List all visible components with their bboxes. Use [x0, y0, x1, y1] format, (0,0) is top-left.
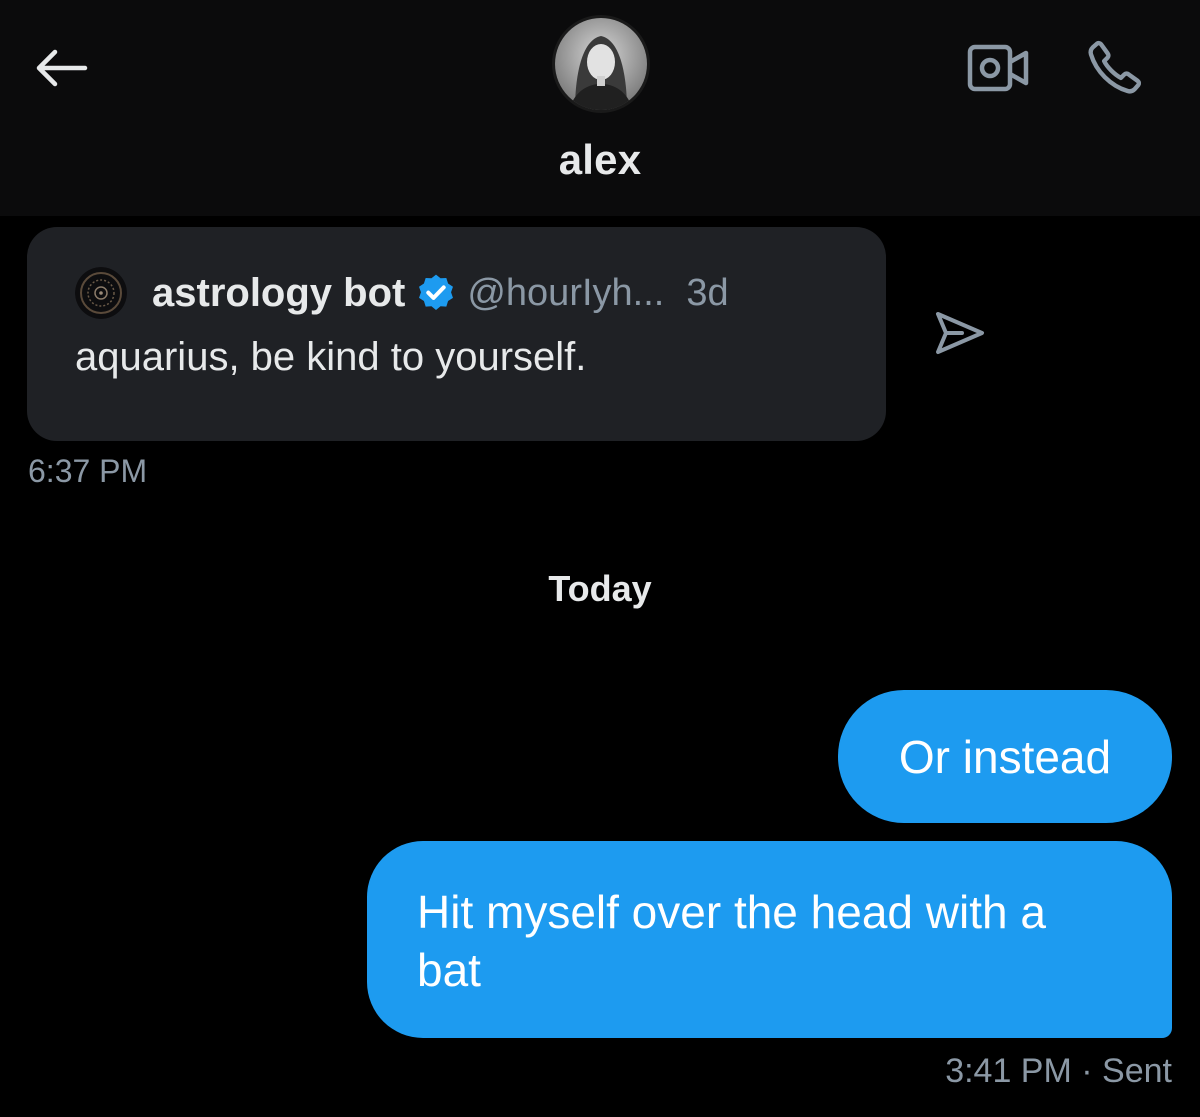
tweet-author-avatar: [75, 267, 127, 319]
message-text: Or instead: [898, 730, 1112, 783]
back-button[interactable]: [28, 38, 92, 98]
sent-message-bubble[interactable]: Hit myself over the head with a bat: [367, 841, 1172, 1038]
sent-message-meta: 3:41 PM · Sent: [945, 1052, 1172, 1091]
tweet-author-name: astrology bot: [152, 270, 406, 315]
tweet-time-ago: 3d: [686, 271, 729, 314]
arrow-left-icon: [36, 49, 88, 87]
share-tweet-button[interactable]: [925, 298, 995, 368]
phone-icon: [1088, 40, 1142, 94]
avatar[interactable]: [552, 15, 650, 113]
voice-call-button[interactable]: [1080, 32, 1150, 102]
day-separator: Today: [548, 568, 652, 609]
shared-tweet-card[interactable]: astrology bot @hourIyh... 3d aquarius, b…: [27, 227, 886, 441]
message-timestamp: 3:41 PM: [945, 1052, 1072, 1090]
tweet-author-handle: @hourIyh...: [467, 271, 665, 314]
profile-photo: [555, 18, 647, 110]
message-text: Hit myself over the head with a bat: [417, 886, 1046, 996]
send-icon: [936, 312, 984, 354]
conversation-header: alex: [0, 0, 1200, 216]
contact-name: alex: [558, 136, 642, 183]
tweet-header: astrology bot @hourIyh... 3d: [152, 263, 729, 323]
tweet-text: aquarius, be kind to yourself.: [75, 335, 587, 379]
delivery-status: Sent: [1102, 1052, 1172, 1090]
video-camera-icon: [967, 44, 1029, 92]
verified-badge-icon: [415, 272, 457, 314]
zodiac-wheel-icon: [75, 267, 127, 319]
video-call-button[interactable]: [962, 36, 1034, 100]
separator-dot: ·: [1081, 1052, 1103, 1090]
message-timestamp: 6:37 PM: [28, 453, 148, 489]
sent-message-bubble[interactable]: Or instead: [838, 690, 1172, 823]
